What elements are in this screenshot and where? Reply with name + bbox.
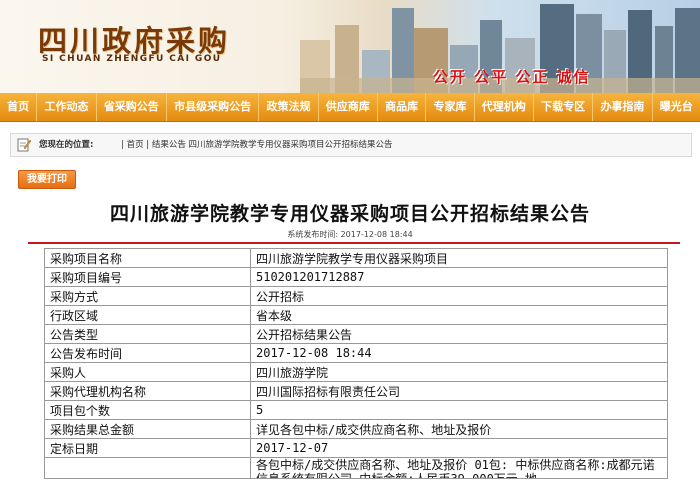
table-row: 采购结果总金额 详见各包中标/成交供应商名称、地址及报价 <box>44 419 668 439</box>
winning-supplier-details: 各包中标/成交供应商名称、地址及报价 01包: 中标供应商名称:成都元诺信息系统… <box>256 458 655 478</box>
table-row: 项目包个数 5 <box>44 400 668 420</box>
main-nav: 首页 工作动态 省采购公告 市县级采购公告 政策法规 供应商库 商品库 专家库 … <box>0 93 700 122</box>
row-label: 项目包个数 <box>44 400 251 420</box>
row-label: 采购项目名称 <box>44 248 251 268</box>
nav-item-expert-db[interactable]: 专家库 <box>426 93 475 121</box>
breadcrumb-path[interactable]: | 首页 | 结果公告 四川旅游学院教学专用仪器采购项目公开招标结果公告 <box>121 134 393 156</box>
row-value: 详见各包中标/成交供应商名称、地址及报价 <box>250 419 668 439</box>
table-row: 采购项目名称 四川旅游学院教学专用仪器采购项目 <box>44 248 668 268</box>
row-label: 采购方式 <box>44 286 251 306</box>
table-row: 采购项目编号 510201201712887 <box>44 267 668 287</box>
row-label: 采购代理机构名称 <box>44 381 251 401</box>
row-label: 采购结果总金额 <box>44 419 251 439</box>
publish-time: 系统发布时间: 2017-12-08 18:44 <box>287 230 413 239</box>
row-label: 行政区域 <box>44 305 251 325</box>
nav-item-exposure[interactable]: 曝光台 <box>653 93 700 121</box>
nav-item-agency[interactable]: 代理机构 <box>475 93 534 121</box>
table-row: 采购代理机构名称 四川国际招标有限责任公司 <box>44 381 668 401</box>
row-value: 四川旅游学院教学专用仪器采购项目 <box>250 248 668 268</box>
nav-item-county-notice[interactable]: 市县级采购公告 <box>167 93 260 121</box>
table-row: 行政区域 省本级 <box>44 305 668 325</box>
table-row: 采购方式 公开招标 <box>44 286 668 306</box>
breadcrumb: 您现在的位置: | 首页 | 结果公告 四川旅游学院教学专用仪器采购项目公开招标… <box>10 133 692 157</box>
table-row: 定标日期 2017-12-07 <box>44 438 668 458</box>
row-value: 四川旅游学院 <box>250 362 668 382</box>
row-label: 采购人 <box>44 362 251 382</box>
row-value: 510201201712887 <box>250 267 668 287</box>
nav-item-work-news[interactable]: 工作动态 <box>37 93 97 121</box>
procurement-info-table: 采购项目名称 四川旅游学院教学专用仪器采购项目 采购项目编号 510201201712… <box>44 248 668 479</box>
nav-item-province-notice[interactable]: 省采购公告 <box>97 93 167 121</box>
page-title: 四川旅游学院教学专用仪器采购项目公开招标结果公告 <box>109 203 590 225</box>
row-value: 5 <box>250 400 668 420</box>
row-label: 定标日期 <box>44 438 251 458</box>
nav-item-guide[interactable]: 办事指南 <box>593 93 653 121</box>
row-label: 采购项目编号 <box>44 267 251 287</box>
row-label <box>44 457 251 479</box>
row-value: 四川国际招标有限责任公司 <box>250 381 668 401</box>
row-label: 公告发布时间 <box>44 343 251 363</box>
row-value: 公开招标结果公告 <box>250 324 668 344</box>
nav-item-supplier-db[interactable]: 供应商库 <box>319 93 378 121</box>
notepad-icon <box>17 138 31 152</box>
row-value: 省本级 <box>250 305 668 325</box>
row-value: 2017-12-07 <box>250 438 668 458</box>
print-button[interactable]: 我要打印 <box>18 170 76 189</box>
table-row: 采购人 四川旅游学院 <box>44 362 668 382</box>
site-banner: 四川政府采购 SI CHUAN ZHENGFU CAI GOU 公开 公平 公正… <box>0 0 700 93</box>
site-slogan: 公开 公平 公正 诚信 <box>433 68 591 86</box>
nav-item-home[interactable]: 首页 <box>0 93 38 121</box>
site-logo-pinyin: SI CHUAN ZHENGFU CAI GOU <box>42 54 222 64</box>
row-value: 2017-12-08 18:44 <box>250 343 668 363</box>
row-value: 公开招标 <box>250 286 668 306</box>
row-value: 各包中标/成交供应商名称、地址及报价 01包: 中标供应商名称:成都元诺信息系统… <box>250 457 668 479</box>
row-label: 公告类型 <box>44 324 251 344</box>
table-row: 各包中标/成交供应商名称、地址及报价 01包: 中标供应商名称:成都元诺信息系统… <box>44 457 668 479</box>
breadcrumb-label: 您现在的位置: <box>39 140 94 150</box>
table-row: 公告类型 公开招标结果公告 <box>44 324 668 344</box>
title-divider <box>28 242 680 244</box>
nav-item-downloads[interactable]: 下载专区 <box>534 93 594 121</box>
nav-item-goods-db[interactable]: 商品库 <box>378 93 427 121</box>
nav-item-policy[interactable]: 政策法规 <box>259 93 319 121</box>
table-row: 公告发布时间 2017-12-08 18:44 <box>44 343 668 363</box>
